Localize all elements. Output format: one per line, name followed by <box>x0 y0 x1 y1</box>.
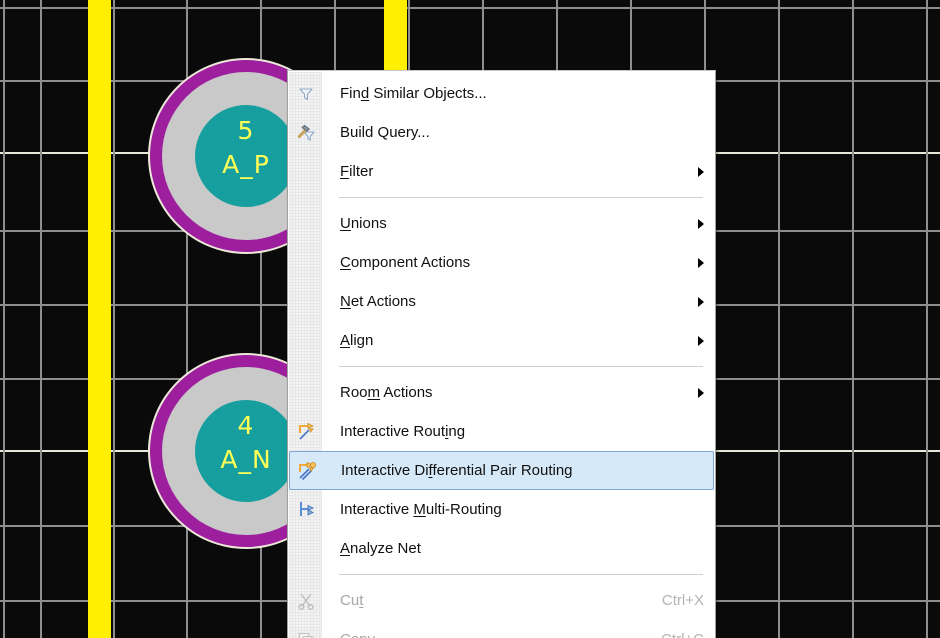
scissors-icon <box>295 590 317 612</box>
grid-line-v <box>852 0 854 638</box>
menu-separator <box>339 574 703 575</box>
interactive-routing-icon <box>295 421 317 443</box>
funnel-icon <box>295 83 317 105</box>
grid-line-v <box>113 0 115 638</box>
copy-icon <box>295 629 317 638</box>
menu-item-label: Net Actions <box>340 293 416 310</box>
grid-line-h <box>0 7 940 9</box>
menu-item-label: Component Actions <box>340 254 471 271</box>
submenu-arrow-icon <box>698 166 704 177</box>
menu-item-copy[interactable]: Copy Ctrl+C <box>289 620 714 638</box>
menu-item-label: Interactive Multi-Routing <box>340 501 502 518</box>
menu-item-filter[interactable]: Filter <box>289 152 714 191</box>
menu-item-component-actions[interactable]: Component Actions <box>289 243 714 282</box>
menu-separator <box>339 366 703 367</box>
submenu-arrow-icon <box>698 257 704 268</box>
menu-item-label: Unions <box>340 215 387 232</box>
grid-line-v <box>926 0 928 638</box>
pcb-editor-screen: 5 A_P 4 A_N Find Similar Objects... Buil… <box>0 0 940 638</box>
menu-item-accelerator: Ctrl+X <box>661 592 704 609</box>
menu-item-label: Analyze Net <box>340 540 421 557</box>
menu-item-analyze-net[interactable]: Analyze Net <box>289 529 714 568</box>
submenu-arrow-icon <box>698 387 704 398</box>
grid-line-v <box>3 0 5 638</box>
menu-item-accelerator: Ctrl+C <box>643 631 704 638</box>
menu-item-align[interactable]: Align <box>289 321 714 360</box>
grid-line-v <box>40 0 42 638</box>
menu-item-label: Interactive Routing <box>340 423 466 440</box>
menu-item-interactive-multi-routing[interactable]: Interactive Multi-Routing <box>289 490 714 529</box>
menu-item-net-actions[interactable]: Net Actions <box>289 282 714 321</box>
hammer-funnel-icon <box>295 122 317 144</box>
menu-item-label: Cut <box>340 592 364 609</box>
menu-item-room-actions[interactable]: Room Actions <box>289 373 714 412</box>
menu-item-find-similar-objects[interactable]: Find Similar Objects... <box>289 74 714 113</box>
menu-item-label: Room Actions <box>340 384 433 401</box>
menu-item-label: Find Similar Objects... <box>340 85 487 102</box>
menu-item-interactive-routing[interactable]: Interactive Routing <box>289 412 714 451</box>
submenu-arrow-icon <box>698 296 704 307</box>
menu-item-label: Copy <box>340 631 643 638</box>
submenu-arrow-icon <box>698 335 704 346</box>
menu-item-unions[interactable]: Unions <box>289 204 714 243</box>
submenu-arrow-icon <box>698 218 704 229</box>
multi-routing-icon <box>295 499 317 521</box>
menu-item-label: Interactive Differential Pair Routing <box>341 462 573 479</box>
menu-item-build-query[interactable]: Build Query... <box>289 113 714 152</box>
context-menu[interactable]: Find Similar Objects... Build Query... F… <box>287 70 716 638</box>
menu-separator <box>339 197 703 198</box>
menu-item-label: Filter <box>340 163 374 180</box>
menu-item-label: Align <box>340 332 374 349</box>
differential-pair-routing-icon <box>296 460 318 482</box>
menu-item-interactive-differential-pair-routing[interactable]: Interactive Differential Pair Routing <box>289 451 714 490</box>
menu-item-label: Build Query... <box>340 124 430 141</box>
routing-track[interactable] <box>88 0 111 638</box>
menu-item-cut[interactable]: Cut Ctrl+X <box>289 581 714 620</box>
grid-line-v <box>778 0 780 638</box>
